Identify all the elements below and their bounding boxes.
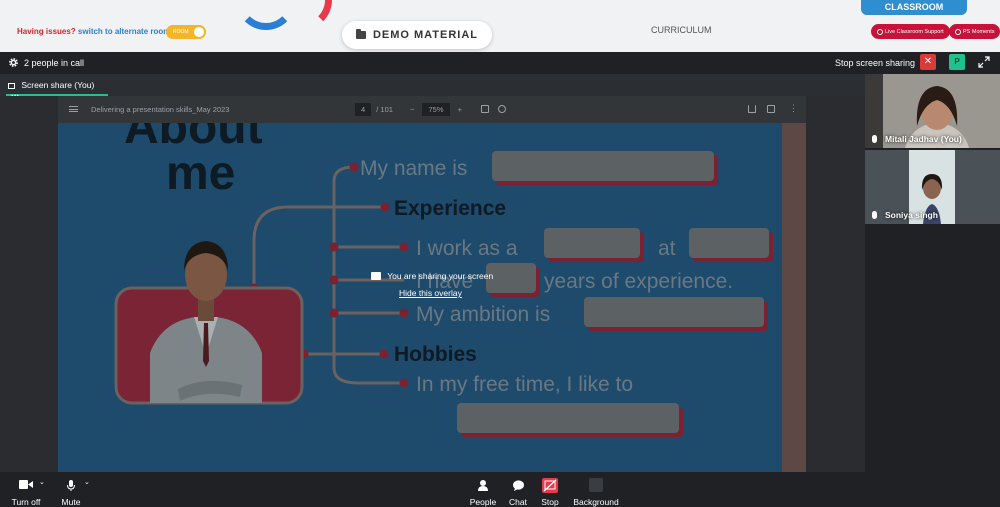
camera-button[interactable]: Turn off xyxy=(12,480,40,507)
room-toggle[interactable]: ROOM xyxy=(166,25,206,39)
issues-text: Having issues? xyxy=(17,27,76,36)
more-vert-icon[interactable]: ⋮ xyxy=(789,103,798,114)
ps-moments-button[interactable]: PS Moments xyxy=(949,24,1000,39)
slide-text-hobbies: Hobbies xyxy=(394,343,477,366)
print-icon[interactable] xyxy=(767,105,775,113)
alternate-room-link[interactable]: switch to alternate room xyxy=(78,27,170,36)
mic-icon xyxy=(872,135,877,143)
stop-sharing-label: Stop screen sharing xyxy=(835,58,916,68)
page-input[interactable]: 4 xyxy=(355,103,372,116)
background-icon xyxy=(589,478,603,492)
mic-icon xyxy=(872,211,877,219)
sharing-notice: You are sharing your screen xyxy=(371,271,493,281)
chat-label: Chat xyxy=(509,497,527,507)
demo-material-button[interactable]: DEMO MATERIAL xyxy=(342,21,492,49)
slide-text-experience: Experience xyxy=(394,197,506,220)
chat-button[interactable]: Chat xyxy=(507,480,529,507)
mute-button[interactable]: Mute xyxy=(60,480,82,507)
camera-icon xyxy=(19,480,33,489)
fit-page-icon[interactable] xyxy=(481,105,489,113)
chat-icon xyxy=(512,480,524,491)
background-label: Background xyxy=(573,497,619,507)
folder-icon xyxy=(355,29,366,39)
stop-sharing-button[interactable]: ✕ xyxy=(920,54,936,70)
chevron-down-icon[interactable]: ⌄ xyxy=(39,478,45,486)
stop-share-icon xyxy=(542,478,558,493)
hide-overlay-link[interactable]: Hide this overlay xyxy=(399,288,462,298)
menu-icon[interactable] xyxy=(69,106,78,112)
download-icon[interactable] xyxy=(748,105,756,113)
person-icon xyxy=(478,480,488,491)
slide-text-name: My name is xyxy=(360,157,467,180)
slide-text-at: at xyxy=(658,237,676,260)
top-bar: Having issues? switch to alternate room … xyxy=(0,0,1000,52)
expand-icon[interactable] xyxy=(978,56,990,68)
slide-edge xyxy=(782,123,806,472)
participant-name: Mitali Jadhav (You) xyxy=(885,134,962,144)
camera-label: Turn off xyxy=(11,497,41,507)
participant-name: Soniya singh xyxy=(885,210,938,220)
toggle-knob xyxy=(194,27,204,37)
page-indicator: 4 / 101 xyxy=(355,103,393,116)
live-support-label: Live Classroom Support xyxy=(885,28,944,35)
room-toggle-label: ROOM xyxy=(173,29,189,35)
stop-share-button[interactable]: Stop xyxy=(539,478,561,507)
participant-badge[interactable]: P xyxy=(949,54,965,70)
issues-notice: Having issues? switch to alternate room xyxy=(17,27,170,36)
call-header: 2 people in call Stop screen sharing ✕ P xyxy=(0,52,1000,74)
zoom-level[interactable]: 75% xyxy=(422,103,450,116)
pdf-toolbar: Delivering a presentation skills_May 202… xyxy=(58,96,806,123)
demo-material-label: DEMO MATERIAL xyxy=(372,29,479,41)
tab-screen-share[interactable]: Screen share (You) ··· xyxy=(6,74,108,100)
stop-label: Stop xyxy=(541,497,559,507)
zoom-controls: − 75% + xyxy=(410,103,462,116)
bottom-toolbar: Turn off ⌄ Mute ⌄ People Chat Stop Backg… xyxy=(0,472,1000,507)
rotate-icon[interactable] xyxy=(498,105,506,113)
monitor-icon xyxy=(8,83,15,89)
mute-label: Mute xyxy=(61,497,81,507)
screen-share-icon xyxy=(371,272,381,280)
zoom-out-button[interactable]: − xyxy=(410,105,414,114)
gear-icon[interactable] xyxy=(8,57,19,68)
ps-moments-label: PS Moments xyxy=(963,28,995,35)
chevron-down-icon[interactable]: ⌄ xyxy=(84,478,90,486)
tab-screen-share-label: Screen share (You) xyxy=(21,80,95,90)
slide-text-free-time: In my free time, I like to xyxy=(416,373,633,396)
slide-heading-me: me xyxy=(166,147,235,200)
classroom-tab[interactable]: CLASSROOM xyxy=(861,0,967,15)
pdf-title: Delivering a presentation skills_May 202… xyxy=(91,105,230,114)
background-button[interactable]: Background xyxy=(573,478,619,507)
people-button[interactable]: People xyxy=(470,480,496,507)
participant-tile-mitali[interactable]: Mitali Jadhav (You) xyxy=(865,74,1000,148)
sharing-notice-text: You are sharing your screen xyxy=(387,271,494,281)
curriculum-link[interactable]: CURRICULUM xyxy=(651,25,712,35)
slide-text-ambition: My ambition is xyxy=(416,303,550,326)
people-label: People xyxy=(469,497,497,507)
slide-text-work-as: I work as a xyxy=(416,237,518,260)
close-circle-icon xyxy=(955,28,961,35)
screen-share-stage: Delivering a presentation skills_May 202… xyxy=(0,96,865,472)
microphone-icon xyxy=(67,480,75,491)
participant-tile-soniya[interactable]: Soniya singh xyxy=(865,150,1000,224)
slide-text-years: years of experience. xyxy=(544,270,733,293)
people-in-call-count: 2 people in call xyxy=(24,58,85,68)
close-circle-icon xyxy=(877,28,883,35)
page-total: / 101 xyxy=(376,105,393,114)
zoom-in-button[interactable]: + xyxy=(458,105,462,114)
live-support-button[interactable]: Live Classroom Support xyxy=(871,24,950,39)
share-tab-bar: Screen share (You) ··· xyxy=(0,74,865,100)
